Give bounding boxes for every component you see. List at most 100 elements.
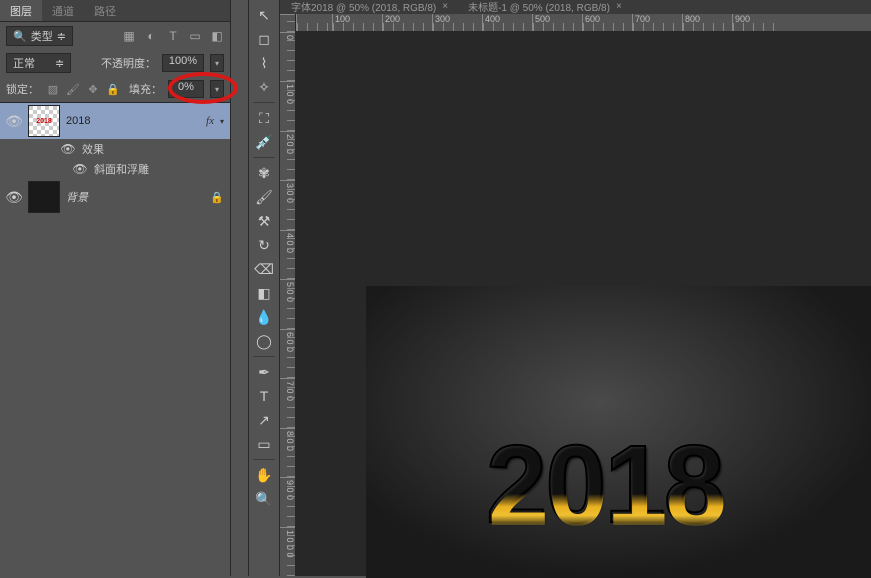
bevel-label: 斜面和浮雕 [94,161,149,177]
ruler-horizontal[interactable]: 100 200 300 400 500 600 700 800 900 [296,14,871,32]
ruler-tick: 400 [482,14,532,31]
blend-row: 正常 ≑ 不透明度： 100% ▾ [0,50,230,76]
visibility-eye-icon[interactable]: 👁 [6,113,22,129]
type-tool-icon[interactable]: T [251,385,277,407]
lock-all-icon[interactable]: 🔒 [105,81,121,97]
layer-list: 👁 2018 2018 fx ▾ 👁 效果 👁 斜面和浮雕 👁 背景 🔒 [0,102,230,215]
ruler-tick: 500 [532,14,582,31]
layer-row-background[interactable]: 👁 背景 🔒 [0,179,230,215]
layer-thumbnail[interactable] [28,181,60,213]
filter-adjust-icon[interactable]: ◐ [144,29,158,43]
canvas[interactable]: 2018 [366,286,871,578]
filter-pixel-icon[interactable]: ▦ [122,29,136,43]
layer-thumbnail[interactable]: 2018 [28,105,60,137]
ruler-tick: 600 [582,14,632,31]
type-filter-select[interactable]: 🔍 类型 ≑ [6,26,73,46]
blend-mode-select[interactable]: 正常 ≑ [6,53,71,73]
canvas-background: 2018 [296,32,871,576]
dodge-tool-icon[interactable]: ◯ [251,330,277,352]
filter-smart-icon[interactable]: ◧ [210,29,224,43]
ruler-tick: 200 [382,14,432,31]
tab-layers[interactable]: 图层 [0,0,42,21]
ruler-tick: 1 0 0 0 [280,527,295,576]
visibility-eye-icon[interactable]: 👁 [72,161,88,177]
doc-tab-2[interactable]: 未标题-1 @ 50% (2018, RGB/8) × [460,0,630,14]
ruler-tick: 300 [432,14,482,31]
marquee-tool-icon[interactable]: ◻ [251,28,277,50]
move-tool-icon[interactable]: ↖ [251,4,277,26]
lock-icons: ▨ 🖌 ✥ 🔒 [45,81,121,97]
blur-tool-icon[interactable]: 💧 [251,306,277,328]
visibility-eye-icon[interactable]: 👁 [60,141,76,157]
chevron-down-icon: ≑ [55,57,64,70]
lock-icon: 🔒 [210,191,224,204]
gradient-tool-icon[interactable]: ◧ [251,282,277,304]
opacity-label: 不透明度： [101,55,156,71]
chevron-down-icon[interactable]: ▾ [220,117,224,126]
tab-channels[interactable]: 通道 [42,0,84,21]
layer-name: 背景 [66,189,88,205]
eraser-tool-icon[interactable]: ⌫ [251,258,277,280]
fill-stepper[interactable]: ▾ [210,80,224,98]
separator [253,356,275,357]
bevel-row[interactable]: 👁 斜面和浮雕 [0,159,230,179]
lock-row: 锁定： ▨ 🖌 ✥ 🔒 填充： 0% ▾ [0,76,230,102]
separator [253,459,275,460]
ruler-vertical[interactable]: 0 1 0 0 2 0 0 3 0 0 4 0 0 5 0 0 6 0 0 7 … [280,14,296,576]
thumb-text: 2018 [36,118,52,125]
effects-row[interactable]: 👁 效果 [0,139,230,159]
ruler-tick: 4 0 0 [280,230,295,279]
ruler-tick: 8 0 0 [280,428,295,477]
ruler-tick: 5 0 0 [280,279,295,328]
path-select-icon[interactable]: ↗ [251,409,277,431]
history-brush-icon[interactable]: ↻ [251,234,277,256]
ruler-tick [296,14,332,31]
layers-panel: 图层 通道 路径 🔍 类型 ≑ ▦ ◐ T ▭ ◧ 正常 ≑ 不透明度： 100… [0,0,231,576]
lock-brush-icon[interactable]: 🖌 [65,81,81,97]
doc-tab-label: 未标题-1 @ 50% (2018, RGB/8) [468,0,610,14]
doc-tab-label: 字体2018 @ 50% (2018, RGB/8) [291,0,436,14]
ruler-tick: 3 0 0 [280,180,295,229]
chevron-down-icon: ≑ [57,30,66,43]
wand-tool-icon[interactable]: ✧ [251,76,277,98]
pen-tool-icon[interactable]: ✒ [251,361,277,383]
brush-tool-icon[interactable]: 🖌 [251,186,277,208]
opacity-input[interactable]: 100% [162,54,204,72]
ruler-tick: 700 [632,14,682,31]
document-area: 字体2018 @ 50% (2018, RGB/8) × 未标题-1 @ 50%… [280,0,871,576]
document-tabs: 字体2018 @ 50% (2018, RGB/8) × 未标题-1 @ 50%… [283,0,630,14]
filter-type-icon[interactable]: T [166,29,180,43]
tab-paths[interactable]: 路径 [84,0,126,21]
ruler-tick: 100 [332,14,382,31]
opacity-stepper[interactable]: ▾ [210,54,224,72]
visibility-eye-icon[interactable]: 👁 [6,189,22,205]
shape-tool-icon[interactable]: ▭ [251,433,277,455]
ruler-tick: 9 0 0 [280,477,295,526]
ruler-tick: 800 [682,14,732,31]
search-icon: 🔍 [13,30,27,43]
crop-tool-icon[interactable]: ⛶ [251,107,277,129]
fill-input[interactable]: 0% [168,80,204,98]
fx-indicator[interactable]: fx [206,115,214,127]
hand-tool-icon[interactable]: ✋ [251,464,277,486]
lock-move-icon[interactable]: ✥ [85,81,101,97]
eyedropper-tool-icon[interactable]: 💉 [251,131,277,153]
ruler-tick: 1 0 0 [280,81,295,130]
zoom-tool-icon[interactable]: 🔍 [251,488,277,510]
blend-mode-label: 正常 [13,55,35,71]
separator [253,102,275,103]
close-icon[interactable]: × [616,1,622,12]
filter-shape-icon[interactable]: ▭ [188,29,202,43]
separator [253,157,275,158]
close-icon[interactable]: × [442,1,448,12]
filter-row: 🔍 类型 ≑ ▦ ◐ T ▭ ◧ [0,22,230,50]
stamp-tool-icon[interactable]: ⚒ [251,210,277,232]
ruler-tick: 2 0 0 [280,131,295,180]
healing-tool-icon[interactable]: ✾ [251,162,277,184]
layer-name: 2018 [66,115,90,127]
layer-row-2018[interactable]: 👁 2018 2018 fx ▾ [0,103,230,139]
doc-tab-1[interactable]: 字体2018 @ 50% (2018, RGB/8) × [283,0,456,14]
lock-transparent-icon[interactable]: ▨ [45,81,61,97]
ruler-tick: 6 0 0 [280,329,295,378]
lasso-tool-icon[interactable]: ⌇ [251,52,277,74]
